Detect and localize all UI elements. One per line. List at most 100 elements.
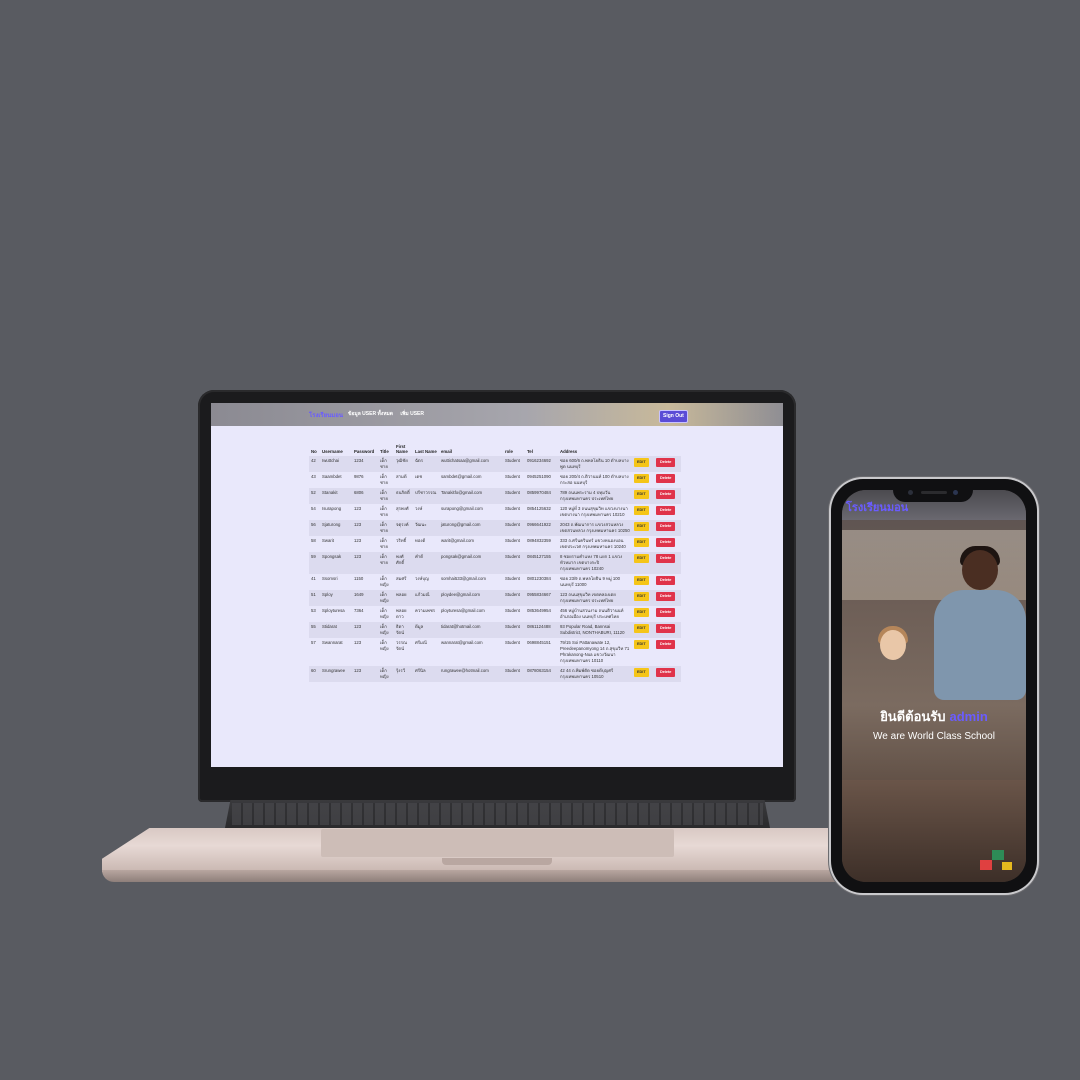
teacher-head xyxy=(962,550,998,590)
nav-link-all-users[interactable]: ข้อมูล USER ทั้งหมด xyxy=(348,411,393,417)
col-header-first-name: First Name xyxy=(396,444,408,454)
edit-button[interactable]: EDIT xyxy=(634,592,649,601)
delete-button[interactable]: Delete xyxy=(656,474,676,483)
toy-block-red xyxy=(980,860,992,870)
cell-username: Srungrawee xyxy=(320,666,352,682)
cell-no: 58 xyxy=(309,536,320,552)
cell-tel: 0845127155 xyxy=(525,552,558,574)
cell-title: เด็กหญิง xyxy=(378,638,394,666)
table-row: 52 Stanakit 6806 เด็กชาย ธนกิตติ์ ปรีชาวรรณ Ta… xyxy=(309,488,681,504)
delete-button[interactable]: Delete xyxy=(656,490,676,499)
welcome-username: admin xyxy=(949,709,988,724)
navbar-brand[interactable]: โรงเรียนมอน xyxy=(309,410,343,420)
cell-password: 123 xyxy=(352,622,378,638)
cell-last-name: ฉัตร xyxy=(413,456,439,472)
delete-button[interactable]: Delete xyxy=(656,554,676,563)
col-header-username: Username xyxy=(322,449,343,454)
edit-button[interactable]: EDIT xyxy=(634,668,649,677)
cell-last-name: วัฒนะ xyxy=(413,520,439,536)
edit-button[interactable]: EDIT xyxy=(634,458,649,467)
edit-button[interactable]: EDIT xyxy=(634,576,649,585)
cell-edit: EDIT xyxy=(632,606,654,622)
cell-no: 59 xyxy=(309,552,320,574)
cell-password: 123 xyxy=(352,666,378,682)
phone-screen: โรงเรียนมอน ยินดีต้อนรับ admin We are Wor… xyxy=(842,490,1026,882)
table-row: 59 Spongsak 123 เด็กชาย พงศ์ศักดิ์ คำดี pongsa… xyxy=(309,552,681,574)
edit-button[interactable]: EDIT xyxy=(634,640,649,649)
edit-button[interactable]: EDIT xyxy=(634,624,649,633)
laptop-base-edge xyxy=(102,870,892,882)
delete-button[interactable]: Delete xyxy=(656,506,676,515)
delete-button[interactable]: Delete xyxy=(656,538,676,547)
cell-edit: EDIT xyxy=(632,590,654,606)
cell-address: 79/15 Soi Pattanawate 12, Preedeepanomyo… xyxy=(558,638,632,666)
cell-role: Student xyxy=(503,472,525,488)
cell-username: Isurapong xyxy=(320,504,352,520)
sign-out-button[interactable]: Sign Out xyxy=(659,410,688,423)
cell-no: 51 xyxy=(309,590,320,606)
cell-password: 123 xyxy=(352,638,378,666)
cell-email: tidarat@hotmail.com xyxy=(439,622,503,638)
nav-link-add-user[interactable]: เพิ่ม USER xyxy=(400,411,424,417)
cell-password: 123 xyxy=(352,536,378,552)
cell-delete: Delete xyxy=(654,456,681,472)
cell-password: 1649 xyxy=(352,590,378,606)
cell-tel: 0894832359 xyxy=(525,536,558,552)
edit-button[interactable]: EDIT xyxy=(634,506,649,515)
cell-title: เด็กหญิง xyxy=(378,574,394,590)
cell-last-name: คำดี xyxy=(413,552,439,574)
cell-role: Student xyxy=(503,574,525,590)
edit-button[interactable]: EDIT xyxy=(634,538,649,547)
cell-edit: EDIT xyxy=(632,488,654,504)
cell-edit: EDIT xyxy=(632,552,654,574)
cell-last-name: ความเพชร xyxy=(413,606,439,622)
cell-email: wuttichatsaa@gmail.com xyxy=(439,456,503,472)
laptop-screen: โรงเรียนมอน ข้อมูล USER ทั้งหมด เพิ่ม US… xyxy=(211,403,783,767)
cell-password: 7364 xyxy=(352,606,378,622)
table-row: 56 Sjaturong 123 เด็กชาย จตุรงค์ วัฒนะ jaturon… xyxy=(309,520,681,536)
edit-button[interactable]: EDIT xyxy=(634,490,649,499)
edit-button[interactable]: EDIT xyxy=(634,474,649,483)
table-row: 57 Swannarat 123 เด็กหญิง วรรณรัตน์ ศรีมณี wan… xyxy=(309,638,681,666)
cell-address: 333 ถ.ศรีนครินทร์ แขวงหนองบอน เขตประเวศ … xyxy=(558,536,632,552)
col-header-delete xyxy=(654,443,681,456)
cell-edit: EDIT xyxy=(632,574,654,590)
delete-button[interactable]: Delete xyxy=(656,608,676,617)
earpiece-speaker xyxy=(921,491,947,494)
cell-email: surapong@gmail.com xyxy=(439,504,503,520)
col-header-last-name: Last Name xyxy=(415,449,437,454)
cell-first-name: ธิดารัตน์ xyxy=(394,622,413,638)
cell-first-name: วรรณรัตน์ xyxy=(394,638,413,666)
col-header-tel: Tel xyxy=(527,449,533,454)
delete-button[interactable]: Delete xyxy=(656,522,676,531)
cell-email: sambdet@gmail.com xyxy=(439,472,503,488)
cell-email: wannarat@gmail.com xyxy=(439,638,503,666)
cell-tel: 0861124488 xyxy=(525,622,558,638)
cell-role: Student xyxy=(503,666,525,682)
col-header-password: Password xyxy=(354,449,375,454)
delete-button[interactable]: Delete xyxy=(656,592,676,601)
edit-button[interactable]: EDIT xyxy=(634,554,649,563)
table-row: 51 Sploy 1649 เด็กหญิง พลอย แก้วมณี ploydee@gm… xyxy=(309,590,681,606)
users-table-body: 42 Iwuttchai 1234 เด็กชาย วุฒิชัย ฉัตร wuttich… xyxy=(309,456,681,682)
cell-address: ซอย 600/6 ถ.พหลโยธิน 10 ตำบลบางพูด นนทบุ… xyxy=(558,456,632,472)
child-head xyxy=(880,630,906,660)
cell-no: 60 xyxy=(309,666,320,682)
edit-button[interactable]: EDIT xyxy=(634,608,649,617)
floor xyxy=(842,780,1026,882)
delete-button[interactable]: Delete xyxy=(656,624,676,633)
cell-no: 41 xyxy=(309,574,320,590)
cell-tel: 0859970484 xyxy=(525,488,558,504)
delete-button[interactable]: Delete xyxy=(656,668,676,677)
cell-first-name: วริทธิ์ xyxy=(394,536,413,552)
cell-title: เด็กชาย xyxy=(378,552,394,574)
cell-tel: 0698845151 xyxy=(525,638,558,666)
cell-delete: Delete xyxy=(654,472,681,488)
cell-edit: EDIT xyxy=(632,504,654,520)
delete-button[interactable]: Delete xyxy=(656,458,676,467)
delete-button[interactable]: Delete xyxy=(656,640,676,649)
cell-last-name: วงษ์บุญ xyxy=(413,574,439,590)
delete-button[interactable]: Delete xyxy=(656,576,676,585)
cell-first-name: ธนกิตติ์ xyxy=(394,488,413,504)
edit-button[interactable]: EDIT xyxy=(634,522,649,531)
